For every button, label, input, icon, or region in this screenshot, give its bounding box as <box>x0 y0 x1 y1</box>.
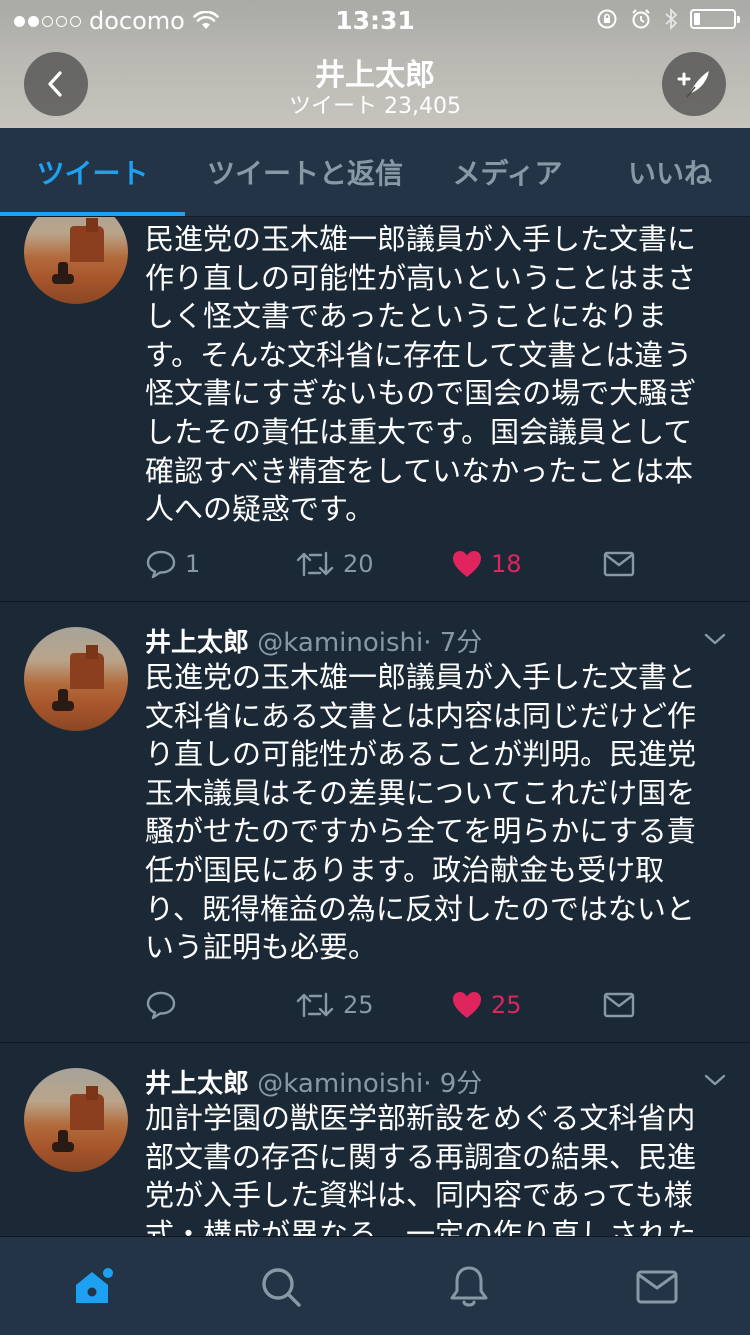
like-button[interactable]: 25 <box>451 983 522 1027</box>
tab-tweets-label: ツイート <box>36 157 149 190</box>
heart-icon <box>453 992 481 1018</box>
envelope-icon <box>603 992 635 1018</box>
tweet-text: 民進党の玉木雄一郎議員が入手した文書と 文科省にある文書とは内容は同じだけど作 … <box>145 660 697 965</box>
nav-home-button[interactable] <box>70 1263 118 1311</box>
mail-icon <box>636 1270 678 1304</box>
tab-likes[interactable]: いいね <box>590 128 750 216</box>
tweet-card[interactable]: 井上太郎 @kaminoishi· 9分 加計学園の獣医学部新設をめぐる文科省内… <box>0 1043 750 1236</box>
envelope-icon <box>603 551 635 577</box>
direct-message-button[interactable] <box>603 542 635 586</box>
tweet-count: ツイート 23,405 <box>289 94 461 119</box>
reply-button[interactable]: 1 <box>145 542 200 586</box>
bell-icon <box>450 1266 488 1307</box>
nav-notifications-button[interactable] <box>445 1263 493 1311</box>
reply-button[interactable] <box>145 983 185 1027</box>
author-handle[interactable]: @kaminoishi <box>257 1069 423 1099</box>
heart-icon <box>453 551 481 577</box>
nav-search-button[interactable] <box>257 1263 305 1311</box>
like-count: 18 <box>491 550 522 578</box>
home-icon <box>76 1268 113 1303</box>
retweet-count: 20 <box>343 550 374 578</box>
reply-icon <box>146 991 176 1020</box>
author-name[interactable]: 井上太郎 <box>145 1069 249 1099</box>
reply-icon <box>146 550 176 579</box>
tweet-card[interactable]: 民進党の玉木雄一郎議員が入手した文書に 作り直しの可能性が高いということはまさ … <box>0 217 750 602</box>
nav-messages-button[interactable] <box>633 1263 681 1311</box>
retweet-button[interactable]: 20 <box>295 542 374 586</box>
avatar[interactable] <box>24 627 128 731</box>
profile-tabs: ツイート ツイートと返信 メディア いいね <box>0 128 750 217</box>
tweet-text: 加計学園の獣医学部新設をめぐる文科省内 部文書の存否に関する再調査の結果、民進 … <box>145 1101 697 1236</box>
like-count: 25 <box>491 991 522 1019</box>
search-icon <box>262 1268 301 1307</box>
direct-message-button[interactable] <box>603 983 635 1027</box>
tab-media[interactable]: メディア <box>425 128 590 216</box>
retweet-icon <box>296 992 334 1018</box>
tab-tweets-and-replies[interactable]: ツイートと返信 <box>185 128 425 216</box>
tab-likes-label: いいね <box>627 157 712 190</box>
tweet-header: 井上太郎 @kaminoishi· 9分 <box>145 1063 482 1100</box>
status-icons <box>596 8 740 30</box>
tweet-card[interactable]: 井上太郎 @kaminoishi· 7分 民進党の玉木雄一郎議員が入手した文書と… <box>0 601 750 1043</box>
bluetooth-icon <box>665 8 678 30</box>
tweet-header: 井上太郎 @kaminoishi· 7分 <box>145 622 482 659</box>
battery-icon <box>690 9 740 29</box>
retweet-count: 25 <box>343 991 374 1019</box>
alarm-icon <box>632 9 650 29</box>
tweet-actions: 25 25 <box>145 983 705 1027</box>
tab-tweets[interactable]: ツイート <box>0 128 185 216</box>
tab-tweets-and-replies-label: ツイートと返信 <box>206 157 403 190</box>
like-button[interactable]: 18 <box>451 542 522 586</box>
author-name[interactable]: 井上太郎 <box>145 628 249 658</box>
status-bar: docomo 13:31 <box>0 0 750 40</box>
chevron-down-icon[interactable] <box>702 1071 728 1089</box>
compose-quill-icon <box>677 71 709 98</box>
tweet-text: 民進党の玉木雄一郎議員が入手した文書に 作り直しの可能性が高いということはまさ … <box>145 222 697 527</box>
tweet-actions: 1 20 18 <box>145 542 705 586</box>
avatar[interactable] <box>24 217 128 304</box>
reply-count: 1 <box>185 550 201 578</box>
chevron-down-icon[interactable] <box>702 630 728 648</box>
bottom-tab-bar <box>0 1236 750 1335</box>
tweet-time: · 9分 <box>423 1069 483 1099</box>
tweet-timeline[interactable]: 民進党の玉木雄一郎議員が入手した文書に 作り直しの可能性が高いということはまさ … <box>0 217 750 1236</box>
orientation-lock-icon <box>597 9 617 29</box>
tweet-time: · 7分 <box>423 628 483 658</box>
tab-media-label: メディア <box>452 157 563 190</box>
active-tab-indicator <box>0 212 185 216</box>
avatar[interactable] <box>24 1068 128 1172</box>
author-handle[interactable]: @kaminoishi <box>257 628 423 658</box>
profile-header: docomo 13:31 井上太郎 ツイート 23,405 <box>0 0 750 128</box>
retweet-button[interactable]: 25 <box>295 983 374 1027</box>
retweet-icon <box>296 551 334 577</box>
compose-tweet-button[interactable] <box>662 52 726 116</box>
